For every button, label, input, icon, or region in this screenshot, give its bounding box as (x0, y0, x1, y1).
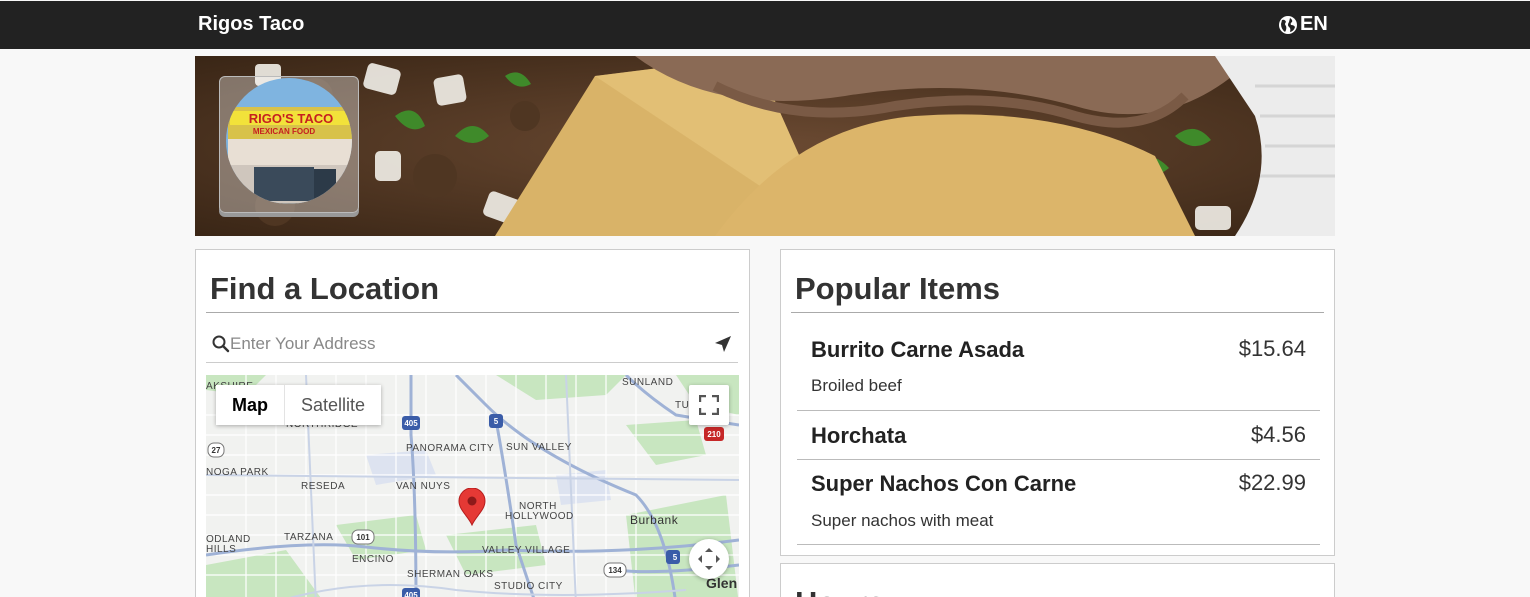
map-label-studio-city: STUDIO CITY (494, 581, 563, 592)
search-underline (206, 362, 738, 363)
language-selector[interactable]: EN (1278, 13, 1328, 36)
location-map[interactable]: 405 5 210 5 405 27 101 134 AKSHIRE SUNLA… (206, 375, 739, 597)
map-label-hollywood: HOLLYWOOD (505, 511, 574, 522)
map-label-tu: TU (675, 400, 690, 411)
menu-item-name: Super Nachos Con Carne (811, 471, 1077, 496)
shield-5: 5 (494, 417, 499, 426)
map-label-valley-village: VALLEY VILLAGE (482, 545, 571, 556)
shield-405: 405 (404, 419, 418, 428)
map-label-sunland: SUNLAND (622, 377, 674, 388)
pan-arrows-icon (698, 548, 720, 570)
map-label-noga-park: NOGA PARK (206, 467, 269, 478)
menu-item[interactable]: Burrito Carne Asada $15.64 Broiled beef (797, 329, 1320, 411)
popular-items-title: Popular Items (795, 271, 1000, 306)
logo-sign-subtext: MEXICAN FOOD (253, 127, 315, 136)
restaurant-logo: RIGO'S TACO MEXICAN FOOD (219, 76, 359, 213)
popular-items-card: Popular Items Burrito Carne Asada $15.64… (780, 249, 1335, 556)
hours-title: Hours (795, 585, 885, 597)
menu-item-name: Horchata (811, 423, 907, 448)
map-label-panorama-city: PANORAMA CITY (406, 443, 494, 454)
menu-item-price: $4.56 (1250, 422, 1306, 447)
map-label-burbank: Burbank (630, 513, 679, 527)
address-search-bar (206, 327, 738, 363)
map-type-map-button[interactable]: Map (216, 385, 285, 425)
map-label-hills: HILLS (206, 544, 237, 555)
map-type-control: Map Satellite (216, 385, 382, 425)
search-icon (212, 335, 230, 353)
location-pin-icon[interactable] (458, 488, 486, 526)
map-label-sun-valley: SUN VALLEY (506, 442, 572, 453)
map-label-reseda: RESEDA (301, 481, 346, 492)
map-pan-button[interactable] (689, 539, 729, 579)
map-label-encino: ENCINO (352, 554, 394, 565)
menu-item-description: Broiled beef (811, 376, 902, 395)
menu-item[interactable]: Super Nachos Con Carne $22.99 Super nach… (797, 460, 1320, 546)
menu-item-price: $22.99 (1238, 470, 1306, 495)
shield-27: 27 (212, 446, 221, 455)
address-input[interactable] (230, 331, 700, 357)
logo-sign-text: RIGO'S TACO (249, 111, 333, 126)
shield-101: 101 (356, 533, 370, 542)
brand-name[interactable]: Rigos Taco (198, 13, 304, 36)
shield-134: 134 (608, 566, 622, 575)
find-location-title: Find a Location (210, 271, 440, 306)
fullscreen-icon (699, 395, 719, 415)
send-location-icon[interactable] (714, 335, 732, 353)
shield-405b: 405 (404, 591, 418, 597)
map-label-tarzana: TARZANA (284, 532, 334, 543)
hours-card: Hours (780, 563, 1335, 597)
shield-5b: 5 (673, 553, 678, 562)
map-type-satellite-button[interactable]: Satellite (285, 385, 381, 425)
title-divider (206, 312, 739, 313)
fullscreen-button[interactable] (689, 385, 729, 425)
menu-item-name: Burrito Carne Asada (811, 337, 1025, 362)
shield-210: 210 (707, 430, 721, 439)
language-code: EN (1300, 13, 1328, 35)
top-navbar: Rigos Taco EN (0, 1, 1530, 49)
map-label-sherman-oaks: SHERMAN OAKS (407, 569, 494, 580)
map-label-van-nuys: VAN NUYS (396, 481, 451, 492)
menu-item-description: Super nachos with meat (811, 511, 994, 530)
item-divider (797, 544, 1320, 545)
hero-banner (195, 56, 1335, 236)
globe-icon (1279, 15, 1297, 34)
menu-item[interactable]: Horchata $4.56 (797, 411, 1320, 460)
menu-item-price: $15.64 (1238, 336, 1306, 361)
title-divider (791, 312, 1324, 313)
